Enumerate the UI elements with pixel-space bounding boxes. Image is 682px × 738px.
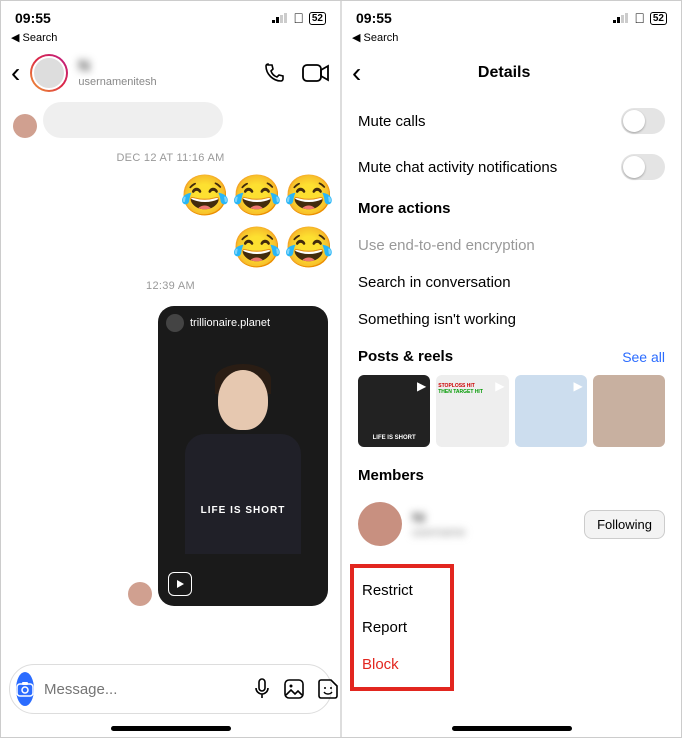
post-thumb[interactable]: ▶LIFE IS SHORT bbox=[358, 375, 430, 447]
reel-preview bbox=[178, 364, 308, 544]
status-right: 􀙇 52 bbox=[613, 10, 667, 26]
posts-heading: Posts & reels bbox=[358, 348, 453, 365]
status-bar: 09:55 􀙇 52 bbox=[1, 1, 340, 35]
message-bubble[interactable] bbox=[43, 102, 223, 138]
laugh-cry-emoji: 😂 bbox=[284, 226, 328, 270]
avatar[interactable] bbox=[30, 54, 68, 92]
mute-chat-toggle[interactable] bbox=[621, 154, 665, 180]
laugh-cry-emoji: 😂 bbox=[284, 174, 328, 218]
nav-back-search[interactable]: ◀ Search bbox=[1, 31, 340, 44]
post-thumb[interactable]: ▶ bbox=[515, 375, 587, 447]
mic-icon[interactable] bbox=[253, 678, 271, 700]
status-time: 09:55 bbox=[15, 10, 51, 26]
post-thumb[interactable] bbox=[593, 375, 665, 447]
not-working-row[interactable]: Something isn't working bbox=[342, 301, 681, 338]
block-button[interactable]: Block bbox=[354, 646, 450, 683]
mute-calls-row[interactable]: Mute calls bbox=[342, 98, 681, 144]
battery-icon: 52 bbox=[309, 12, 326, 25]
member-username: username bbox=[412, 525, 574, 539]
battery-icon: 52 bbox=[650, 12, 667, 25]
home-indicator[interactable] bbox=[111, 726, 231, 731]
reel-icon: ▶ bbox=[574, 379, 583, 393]
timestamp: 12:39 AM bbox=[13, 280, 328, 292]
sender-avatar[interactable] bbox=[13, 114, 37, 138]
details-header: ‹ Details bbox=[342, 48, 681, 98]
details-screen: 09:55 􀙇 52 ◀ Search ‹ Details Mute calls… bbox=[340, 1, 681, 737]
reel-icon: ▶ bbox=[495, 379, 504, 393]
settings-list[interactable]: Mute calls Mute chat activity notificati… bbox=[342, 98, 681, 722]
laugh-cry-emoji: 😂 bbox=[232, 174, 276, 218]
composer bbox=[9, 664, 332, 714]
wifi-icon: 􀙇 bbox=[293, 10, 304, 26]
report-button[interactable]: Report bbox=[354, 609, 450, 646]
call-icon[interactable] bbox=[262, 61, 286, 85]
signal-icon bbox=[613, 13, 629, 23]
gallery-icon[interactable] bbox=[283, 678, 305, 700]
member-avatar[interactable] bbox=[358, 502, 402, 546]
e2e-row[interactable]: Use end-to-end encryption bbox=[342, 227, 681, 264]
home-indicator[interactable] bbox=[452, 726, 572, 731]
search-conversation-row[interactable]: Search in conversation bbox=[342, 264, 681, 301]
page-title: Details bbox=[371, 64, 637, 82]
reel-author[interactable]: trillionaire.planet bbox=[166, 314, 270, 332]
restrict-button[interactable]: Restrict bbox=[354, 572, 450, 609]
posts-heading-row: Posts & reels See all bbox=[342, 338, 681, 375]
chat-subtitle: usernamenitesh bbox=[78, 76, 252, 88]
member-name: Ni bbox=[412, 509, 574, 525]
sender-avatar[interactable] bbox=[128, 582, 152, 606]
back-button[interactable]: ‹ bbox=[352, 59, 361, 87]
more-actions-heading: More actions bbox=[342, 190, 681, 227]
chat-body[interactable]: DEC 12 AT 11:16 AM 😂 😂 😂 😂 😂 12:39 AM tr… bbox=[1, 98, 340, 656]
status-bar: 09:55 􀙇 52 bbox=[342, 1, 681, 35]
see-all-link[interactable]: See all bbox=[622, 349, 665, 365]
video-icon[interactable] bbox=[302, 62, 330, 84]
mute-chat-row[interactable]: Mute chat activity notifications bbox=[342, 144, 681, 190]
post-thumb[interactable]: ▶STOPLOSS HITTHEN TARGET HIT bbox=[436, 375, 508, 447]
laugh-cry-emoji: 😂 bbox=[180, 174, 224, 218]
message-input[interactable] bbox=[42, 680, 245, 699]
status-time: 09:55 bbox=[356, 10, 392, 26]
timestamp: DEC 12 AT 11:16 AM bbox=[13, 152, 328, 164]
sticker-icon[interactable] bbox=[317, 678, 339, 700]
status-right: 􀙇 52 bbox=[272, 10, 326, 26]
nav-back-search[interactable]: ◀ Search bbox=[342, 31, 681, 44]
member-row[interactable]: Ni username Following bbox=[342, 494, 681, 554]
laugh-cry-emoji: 😂 bbox=[232, 226, 276, 270]
posts-thumbnails: ▶LIFE IS SHORT ▶STOPLOSS HITTHEN TARGET … bbox=[342, 375, 681, 457]
members-heading: Members bbox=[342, 457, 681, 494]
camera-button[interactable] bbox=[16, 672, 34, 706]
emoji-message[interactable]: 😂 😂 😂 😂 😂 bbox=[13, 174, 328, 270]
reel-icon bbox=[168, 572, 192, 596]
highlighted-actions: Restrict Report Block bbox=[350, 564, 454, 691]
signal-icon bbox=[272, 13, 288, 23]
reel-icon: ▶ bbox=[417, 379, 426, 393]
mute-calls-toggle[interactable] bbox=[621, 108, 665, 134]
back-button[interactable]: ‹ bbox=[11, 59, 20, 87]
following-button[interactable]: Following bbox=[584, 510, 665, 539]
shared-reel[interactable]: trillionaire.planet LIFE IS SHORT bbox=[158, 306, 328, 606]
chat-screen: 09:55 􀙇 52 ◀ Search ‹ N usernamenitesh D… bbox=[1, 1, 340, 737]
chat-header: ‹ N usernamenitesh bbox=[1, 48, 340, 98]
reel-caption: LIFE IS SHORT bbox=[158, 505, 328, 516]
chat-name: N bbox=[78, 58, 90, 75]
wifi-icon: 􀙇 bbox=[634, 10, 645, 26]
